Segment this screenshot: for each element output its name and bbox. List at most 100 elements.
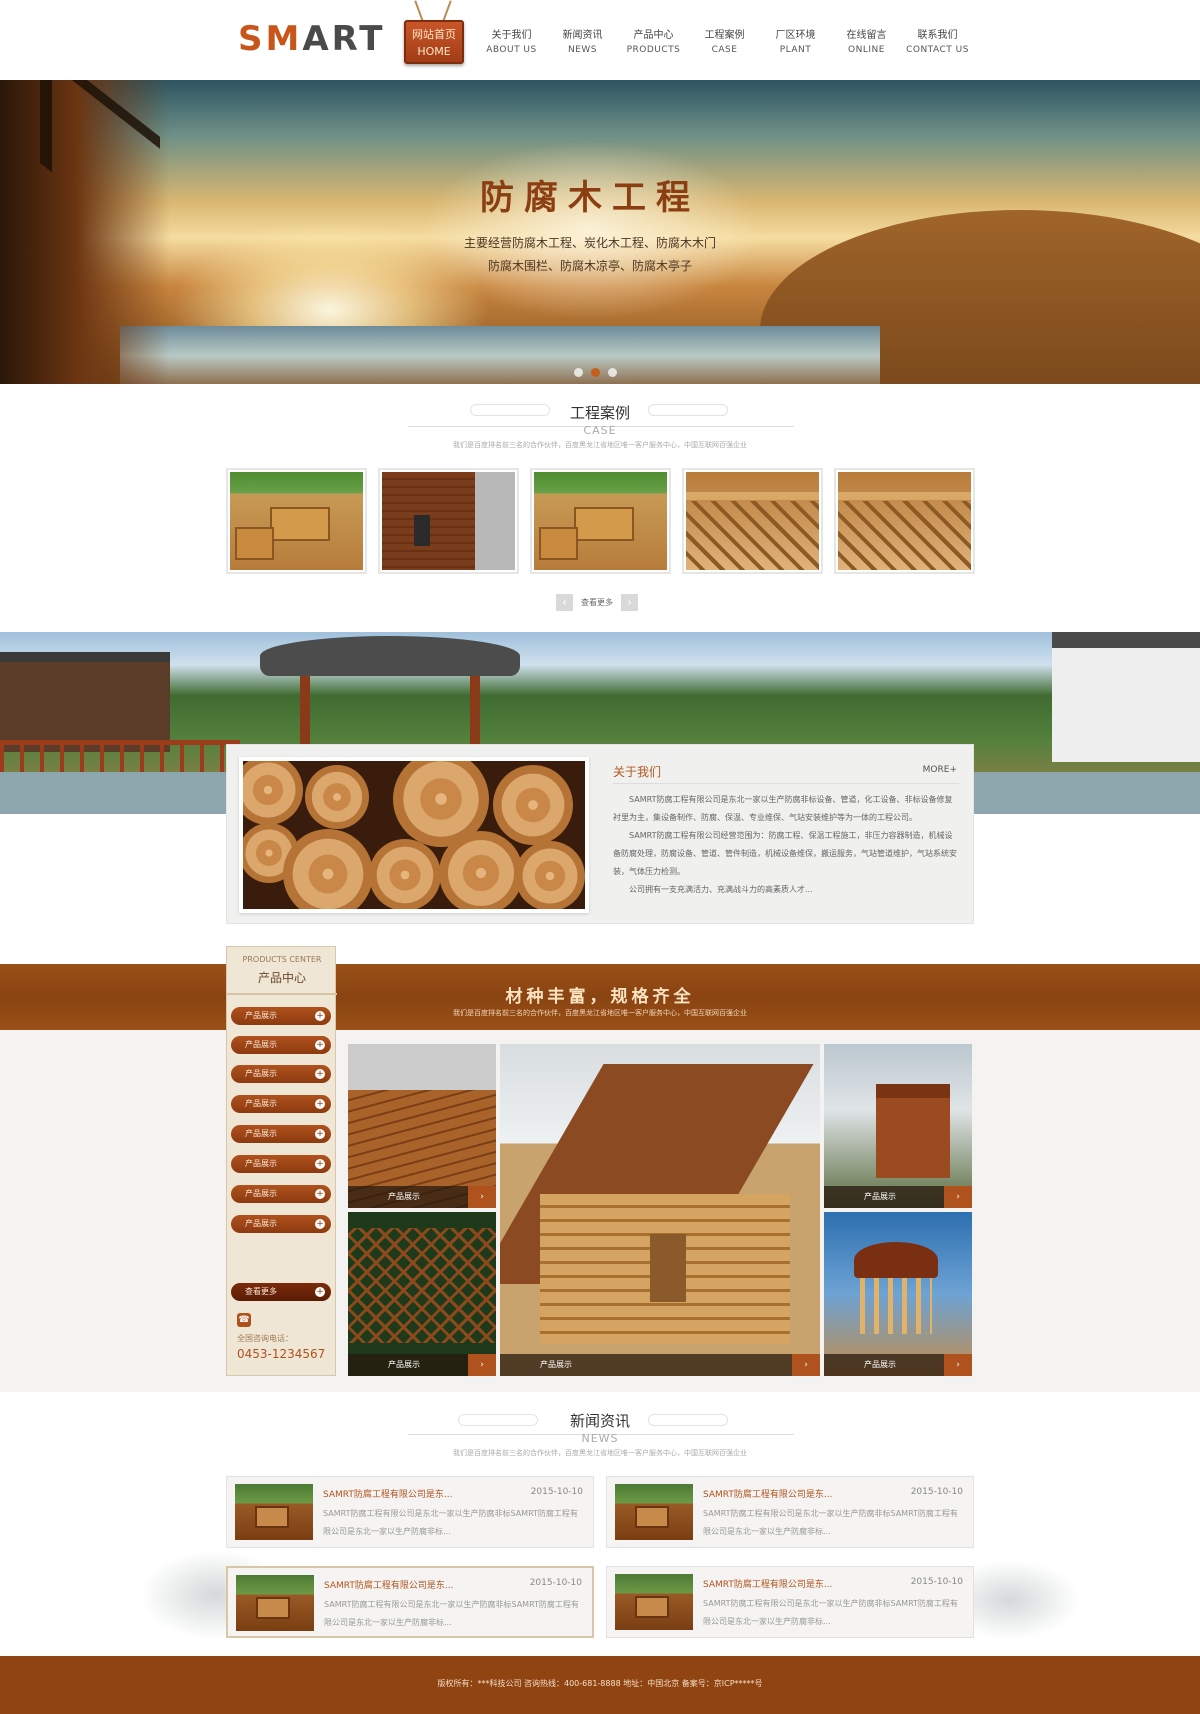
about-image-logs <box>243 761 585 909</box>
arrow-right-icon[interactable]: › <box>468 1354 496 1376</box>
banner-pavilion <box>0 80 170 384</box>
products-band-title: 材种丰富，规格齐全 <box>505 987 695 1007</box>
log-end <box>243 761 303 825</box>
sidebar-more-button[interactable]: 查看更多 + <box>231 1283 331 1301</box>
hero-banner[interactable]: 防腐木工程 主要经营防腐木工程、炭化木工程、防腐木木门 防腐木围栏、防腐木凉亭、… <box>0 80 1200 384</box>
sidebar-title-cn: 产品中心 <box>257 971 306 985</box>
products-band-desc: 我们是百度排名前三名的合作伙伴，百度黑龙江省地区唯一客户服务中心，中国互联网百强… <box>453 1009 747 1017</box>
banner-subtitle-line2: 防腐木围栏、防腐木凉亭、防腐木亭子 <box>487 259 692 273</box>
case-item[interactable] <box>834 468 975 574</box>
news-date: 2015-10-10 <box>529 1578 582 1588</box>
nav-item-about[interactable]: 关于我们 ABOUT US <box>476 28 547 58</box>
sidebar-category-button[interactable]: 产品展示 + <box>231 1095 331 1113</box>
nav-case-en: CASE <box>711 45 738 55</box>
slide-dot-3[interactable] <box>608 368 617 377</box>
news-item[interactable]: SAMRT防腐工程有限公司是东... 2015-10-10 SAMRT防腐工程有… <box>606 1476 974 1548</box>
slide-dot-1[interactable] <box>574 368 583 377</box>
case-item[interactable] <box>226 468 367 574</box>
product-card-deck[interactable]: 产品展示 › <box>348 1044 496 1208</box>
sidebar-category-button[interactable]: 产品展示 + <box>231 1036 331 1054</box>
product-card-villa[interactable]: 产品展示 › <box>824 1044 972 1208</box>
news-item[interactable]: SAMRT防腐工程有限公司是东... 2015-10-10 SAMRT防腐工程有… <box>226 1476 594 1548</box>
plus-icon: + <box>315 1099 325 1109</box>
pavilion-roof <box>40 80 160 257</box>
sidebar-category-button[interactable]: 产品展示 + <box>231 1007 331 1025</box>
nav-products-cn: 产品中心 <box>633 30 674 41</box>
category-label: 产品展示 <box>245 1040 277 1049</box>
bg-house-right <box>1052 632 1200 762</box>
sidebar-category-button[interactable]: 产品展示 + <box>231 1065 331 1083</box>
case-item[interactable] <box>530 468 671 574</box>
nav-news-en: NEWS <box>567 45 598 55</box>
sidebar-category-button[interactable]: 产品展示 + <box>231 1185 331 1203</box>
chevron-right-icon[interactable]: › <box>621 594 638 611</box>
nav-online-en: ONLINE <box>848 45 885 55</box>
news-item-highlighted[interactable]: SAMRT防腐工程有限公司是东... 2015-10-10 SAMRT防腐工程有… <box>226 1566 594 1638</box>
phone-label: 全国咨询电话： <box>237 1334 293 1343</box>
bg-railing <box>0 740 240 772</box>
site-logo[interactable]: SM ART <box>238 19 386 59</box>
nav-item-case[interactable]: 工程案例 CASE <box>689 28 760 58</box>
nav-home[interactable]: 网站首页 HOME <box>404 0 464 76</box>
cabin-door <box>650 1234 686 1302</box>
news-title[interactable]: SAMRT防腐工程有限公司是东... <box>703 1577 832 1590</box>
nav-item-online[interactable]: 在线留言 ONLINE <box>831 28 902 58</box>
plus-icon: + <box>315 1069 325 1079</box>
about-panel: 关于我们 MORE+ SAMRT防腐工程有限公司是东北一家以生产防腐非标设备、管… <box>226 744 974 924</box>
news-title[interactable]: SAMRT防腐工程有限公司是东... <box>323 1487 452 1500</box>
about-more-link[interactable]: MORE+ <box>923 765 957 775</box>
nav-news-cn: 新闻资讯 <box>562 30 603 41</box>
case-image-picnic-table <box>230 472 363 570</box>
about-text: SAMRT防腐工程有限公司是东北一家以生产防腐非标设备、管道，化工设备、非标设备… <box>613 791 959 899</box>
log-end <box>515 841 585 909</box>
nav-item-news[interactable]: 新闻资讯 NEWS <box>547 28 618 58</box>
nav-item-contact[interactable]: 联系我们 CONTACT US <box>902 28 973 58</box>
about-paragraph-1: SAMRT防腐工程有限公司是东北一家以生产防腐非标设备、管道，化工设备、非标设备… <box>613 795 953 822</box>
product-card-log-cabin[interactable]: 产品展示 › <box>500 1044 820 1376</box>
sidebar-category-button[interactable]: 产品展示 + <box>231 1155 331 1173</box>
slide-dot-2[interactable] <box>591 368 600 377</box>
banner-subtitle: 主要经营防腐木工程、炭化木工程、防腐木木门 防腐木围栏、防腐木凉亭、防腐木亭子 <box>420 232 760 278</box>
product-card-trellis[interactable]: 产品展示 › <box>348 1212 496 1376</box>
case-description: 我们是百度排名前三名的合作伙伴，百度黑龙江省地区唯一客户服务中心，中国互联网百强… <box>453 441 747 449</box>
sidebar-category-button[interactable]: 产品展示 + <box>231 1215 331 1233</box>
plus-icon: + <box>315 1219 325 1229</box>
main-nav: 关于我们 ABOUT US 新闻资讯 NEWS 产品中心 PRODUCTS 工程案例 C… <box>476 28 973 58</box>
case-section-title: 工程案例 CASE 我们是百度排名前三名的合作伙伴，百度黑龙江省地区唯一客户服务… <box>0 402 1200 452</box>
product-card-gazebo[interactable]: 产品展示 › <box>824 1212 972 1376</box>
nav-contact-en: CONTACT US <box>906 45 969 55</box>
log-end <box>283 829 373 909</box>
sidebar-category-button[interactable]: 产品展示 + <box>231 1125 331 1143</box>
about-title: 关于我们 <box>613 765 662 779</box>
news-description: 我们是百度排名前三名的合作伙伴，百度黑龙江省地区唯一客户服务中心，中国互联网百强… <box>453 1449 747 1457</box>
case-image-railing <box>686 472 819 570</box>
case-item[interactable] <box>378 468 519 574</box>
nav-home-sign[interactable]: 网站首页 HOME <box>404 20 464 64</box>
category-label: 产品展示 <box>245 1219 277 1228</box>
category-label: 产品展示 <box>245 1189 277 1198</box>
news-item[interactable]: SAMRT防腐工程有限公司是东... 2015-10-10 SAMRT防腐工程有… <box>606 1566 974 1638</box>
chevron-left-icon[interactable]: ‹ <box>556 594 573 611</box>
banner-title: 防腐木工程 <box>480 178 700 218</box>
arrow-right-icon[interactable]: › <box>468 1186 496 1208</box>
category-label: 产品展示 <box>245 1069 277 1078</box>
plus-icon: + <box>315 1011 325 1021</box>
nav-online-cn: 在线留言 <box>846 30 887 41</box>
nav-about-cn: 关于我们 <box>491 30 532 41</box>
news-title[interactable]: SAMRT防腐工程有限公司是东... <box>703 1487 832 1500</box>
case-item[interactable] <box>682 468 823 574</box>
log-end <box>305 765 369 829</box>
arrow-right-icon[interactable]: › <box>944 1186 972 1208</box>
bg-gazebo-roof <box>260 636 520 676</box>
phone-number: 0453-1234567 <box>237 1347 326 1361</box>
case-more-link[interactable]: 查看更多 <box>581 597 613 608</box>
news-title[interactable]: SAMRT防腐工程有限公司是东... <box>324 1578 453 1591</box>
nav-plant-en: PLANT <box>779 45 812 55</box>
nav-item-plant[interactable]: 厂区环境 PLANT <box>760 28 831 58</box>
arrow-right-icon[interactable]: › <box>944 1354 972 1376</box>
logo-text-part2: ART <box>302 19 386 59</box>
nav-item-products[interactable]: 产品中心 PRODUCTS <box>618 28 689 58</box>
news-summary: SAMRT防腐工程有限公司是东北一家以生产防腐非标SAMRT防腐工程有限公司是东… <box>324 1600 579 1627</box>
arrow-right-icon[interactable]: › <box>792 1354 820 1376</box>
footer: 版权所有：***科技公司 咨询热线：400-681-8888 地址：中国北京 备… <box>0 1656 1200 1714</box>
